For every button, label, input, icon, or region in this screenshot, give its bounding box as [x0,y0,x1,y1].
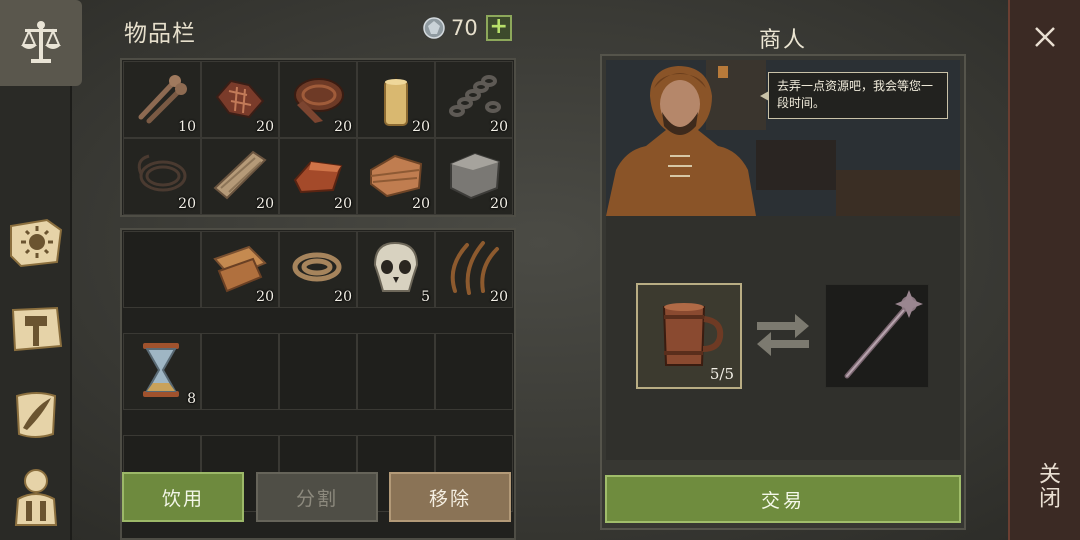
item-count: 10 [178,119,196,135]
inventory-slot[interactable]: 20 [201,138,279,215]
item-count: 20 [256,119,274,135]
inventory-slot[interactable]: 20 [435,61,513,138]
cloth-scraps-icon [215,79,265,119]
split-button[interactable]: 分割 [256,472,378,522]
item-count: 20 [256,289,274,305]
nails-icon [138,75,187,124]
inventory-slot-empty[interactable] [123,231,201,308]
close-icon[interactable] [1030,22,1060,52]
copper-ingot-icon [293,160,343,194]
item-count: 5/5 [709,365,734,383]
sun-book-icon [10,218,63,268]
item-count: 20 [178,196,196,212]
inventory-grid-materials: 10 20 20 20 20 20 20 20 20 20 [120,58,516,217]
tab-skills[interactable] [0,206,72,278]
trade-reward-slot[interactable] [825,284,929,388]
use-button[interactable]: 饮用 [122,472,244,522]
inventory-slot[interactable]: 20 [279,138,357,215]
character-icon [14,469,58,526]
inventory-slot-empty[interactable] [279,333,357,410]
trade-button[interactable]: 交易 [605,475,961,523]
hammer-map-icon [11,306,63,352]
inventory-slot[interactable]: 20 [201,231,279,308]
hemp-rope-icon [292,252,342,282]
close-side-bar[interactable] [1008,0,1080,540]
item-count: 20 [412,119,430,135]
inventory-slot[interactable]: 20 [279,231,357,308]
gem-coin-icon [423,17,445,39]
tab-quests[interactable] [0,378,72,450]
stone-block-icon [450,152,501,200]
chain-icon [449,75,501,117]
inventory-slot-empty[interactable] [435,333,513,410]
item-count: 20 [256,196,274,212]
merchant-speech-bubble: 去弄一点资源吧，我会等您一段时间。 [760,72,948,119]
scales-icon [21,21,61,63]
hourglass-icon [143,343,179,397]
leather-roll-icon [294,78,344,123]
merchant-title: 商人 [758,28,807,53]
item-count: 8 [187,391,196,407]
item-count: 20 [490,196,508,212]
wood-planks-icon [213,150,267,200]
item-count: 20 [334,289,352,305]
trade-offer-slot[interactable]: 5/5 [636,283,742,389]
tab-crafting[interactable] [0,292,72,364]
inventory-slot[interactable]: 20 [357,138,435,215]
inventory-slot[interactable]: 20 [123,138,201,215]
rope-coil-icon [137,154,187,192]
tab-character[interactable] [0,462,72,534]
item-count: 20 [412,196,430,212]
folded-leather-icon [370,154,423,198]
currency-display: 70 + [423,15,512,41]
inventory-slot[interactable]: 20 [201,61,279,138]
item-count: 20 [334,196,352,212]
inventory-slot[interactable]: 20 [357,61,435,138]
inventory-slot[interactable]: 5 [357,231,435,308]
inventory-slot[interactable]: 8 [123,333,201,410]
inventory-title: 物品栏 [124,21,196,47]
quill-scroll-icon [15,392,57,438]
item-count: 20 [334,119,352,135]
swap-arrows-icon [757,314,809,356]
mace-icon [844,290,923,379]
tankard-icon [662,303,724,366]
tab-trade[interactable] [0,0,82,86]
inventory-slot[interactable]: 20 [279,61,357,138]
add-currency-button[interactable]: + [485,15,512,41]
inventory-slot[interactable]: 10 [123,61,201,138]
close-label[interactable]: 关闭 [1028,462,1060,510]
side-tab-rail [0,0,82,540]
skull-icon [373,241,419,292]
inventory-slot-empty[interactable] [357,333,435,410]
item-count: 20 [490,289,508,305]
currency-value: 70 [451,16,478,40]
item-count: 20 [490,119,508,135]
fabric-roll-icon [213,245,267,293]
fiber-strands-icon [450,241,499,295]
remove-button[interactable]: 移除 [389,472,511,522]
inventory-slot-empty[interactable] [201,333,279,410]
inventory-slot[interactable]: 20 [435,138,513,215]
item-count: 5 [421,289,430,305]
inventory-slot[interactable]: 20 [435,231,513,308]
